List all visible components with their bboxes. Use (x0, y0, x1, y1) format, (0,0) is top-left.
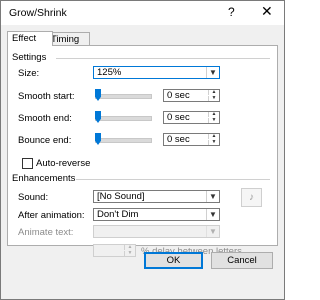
bounce-end-slider-track[interactable] (95, 138, 152, 143)
effect-panel: Settings Size: 125% ▼ Smooth start: 0 se… (7, 45, 278, 257)
title-bar: Grow/Shrink ? ✕ (1, 1, 284, 25)
sound-label: Sound: (18, 192, 49, 203)
chevron-down-icon[interactable]: ▼ (206, 67, 219, 78)
smooth-end-value: 0 sec (167, 112, 190, 123)
smooth-start-label: Smooth start: (18, 91, 75, 102)
animate-text-label: Animate text: (18, 227, 74, 238)
auto-reverse-label[interactable]: Auto-reverse (36, 158, 90, 169)
sound-combobox[interactable]: [No Sound] ▼ (93, 190, 220, 203)
smooth-start-value: 0 sec (167, 90, 190, 101)
enhancements-header: Enhancements (12, 173, 76, 184)
smooth-end-slider-track[interactable] (95, 116, 152, 121)
bounce-end-spinner[interactable]: 0 sec ▲ ▼ (163, 133, 220, 146)
tab-timing-label: Timing (51, 34, 80, 45)
smooth-start-slider-thumb[interactable] (95, 89, 101, 101)
sound-value: [No Sound] (97, 191, 145, 202)
grow-shrink-dialog: Grow/Shrink ? ✕ Effect Timing Settings S… (0, 0, 285, 300)
speaker-icon[interactable]: ♪ (241, 188, 262, 207)
after-animation-label: After animation: (18, 210, 85, 221)
animate-text-combobox[interactable]: ▼ (93, 225, 220, 238)
cancel-button-label: Cancel (227, 255, 257, 266)
smooth-start-spinner[interactable]: 0 sec ▲ ▼ (163, 89, 220, 102)
spin-down-icon[interactable]: ▼ (208, 96, 219, 101)
chevron-down-icon[interactable]: ▼ (206, 191, 219, 202)
tab-effect-label: Effect (12, 33, 37, 44)
size-label: Size: (18, 68, 40, 79)
after-animation-combobox[interactable]: Don't Dim ▼ (93, 208, 220, 221)
dialog-title: Grow/Shrink (9, 7, 67, 19)
smooth-end-slider-thumb[interactable] (95, 111, 101, 123)
enhancements-divider (76, 179, 270, 180)
tab-effect[interactable]: Effect (7, 31, 53, 46)
size-combobox[interactable]: 125% ▼ (93, 66, 220, 79)
smooth-end-spinner[interactable]: 0 sec ▲ ▼ (163, 111, 220, 124)
ok-button-label: OK (166, 255, 181, 266)
spin-down-icon[interactable]: ▼ (208, 118, 219, 123)
ok-button[interactable]: OK (144, 252, 203, 269)
delay-spinner[interactable]: ▲ ▼ (93, 244, 136, 257)
settings-header: Settings (12, 52, 47, 63)
close-button[interactable]: ✕ (261, 3, 273, 20)
chevron-down-icon[interactable]: ▼ (206, 209, 219, 220)
spin-down-icon[interactable]: ▼ (124, 251, 135, 256)
settings-divider (56, 58, 270, 59)
help-button[interactable]: ? (228, 5, 235, 19)
cancel-button[interactable]: Cancel (211, 252, 273, 269)
after-animation-value: Don't Dim (97, 209, 139, 220)
smooth-end-label: Smooth end: (18, 113, 72, 124)
spin-down-icon[interactable]: ▼ (208, 140, 219, 145)
size-value: 125% (97, 67, 122, 78)
bounce-end-label: Bounce end: (18, 135, 72, 146)
bounce-end-slider-thumb[interactable] (95, 133, 101, 145)
bounce-end-value: 0 sec (167, 134, 190, 145)
smooth-start-slider-track[interactable] (95, 94, 152, 99)
chevron-down-icon[interactable]: ▼ (206, 226, 219, 237)
auto-reverse-checkbox[interactable] (22, 158, 33, 169)
